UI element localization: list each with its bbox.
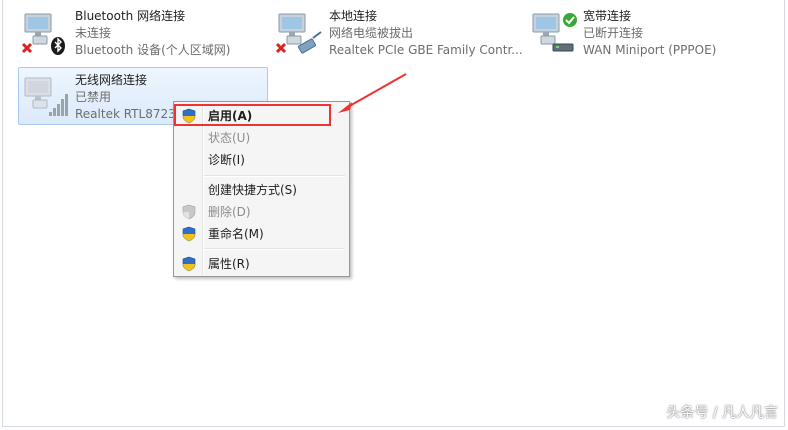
menu-item-delete[interactable]: 删除(D) [176,201,347,223]
connection-name: 宽带连接 [583,9,632,23]
uac-shield-icon [182,256,196,272]
menu-item-label: 启用(A) [208,109,253,123]
menu-item-label: 重命名(M) [208,227,264,241]
connection-status: 未连接 [75,26,112,40]
menu-item-create-shortcut[interactable]: 创建快捷方式(S) [176,179,347,201]
connections-window [2,0,785,427]
menu-separator [204,248,345,250]
uac-shield-icon [182,226,196,242]
connection-device: WAN Miniport (PPPOE) [583,43,717,57]
menu-item-enable[interactable]: 启用(A) [176,105,347,127]
bluetooth-network-icon [21,13,65,55]
menu-item-label: 属性(R) [208,257,250,271]
connection-bluetooth[interactable]: Bluetooth 网络连接 未连接 Bluetooth 设备(个人区域网) [19,4,259,60]
connection-status: 已禁用 [75,90,112,104]
uac-shield-icon [182,108,196,124]
connection-name: 本地连接 [329,9,378,23]
menu-item-label: 状态(U) [208,131,251,145]
connection-device: Realtek PCIe GBE Family Contr... [329,43,523,57]
connection-broadband[interactable]: 宽带连接 已断开连接 WAN Miniport (PPPOE) [527,4,767,60]
connection-name: 无线网络连接 [75,73,148,87]
ethernet-network-icon [275,13,322,54]
menu-item-rename[interactable]: 重命名(M) [176,223,347,245]
menu-item-label: 删除(D) [208,205,251,219]
connection-device: Bluetooth 设备(个人区域网) [75,43,231,57]
connection-status: 网络电缆被拔出 [329,26,414,40]
broadband-network-icon [532,13,577,52]
menu-item-diagnose[interactable]: 诊断(I) [176,149,347,171]
uac-shield-icon [182,204,196,220]
menu-item-label: 创建快捷方式(S) [208,183,297,197]
wireless-network-icon [24,77,68,116]
menu-item-properties[interactable]: 属性(R) [176,253,347,275]
context-menu: 启用(A) 状态(U) 诊断(I) 创建快捷方式(S) 删除(D) 重命名(M)… [173,101,350,277]
menu-separator [204,175,345,177]
menu-item-status[interactable]: 状态(U) [176,127,347,149]
connection-device: Realtek RTL8723 [75,107,176,121]
connection-status: 已断开连接 [583,26,644,40]
annotation-arrow-icon [338,73,407,113]
watermark: 头条号 / 凡人凡言 [666,405,778,421]
menu-item-label: 诊断(I) [208,153,245,167]
connection-name: Bluetooth 网络连接 [75,9,186,23]
connection-local[interactable]: 本地连接 网络电缆被拔出 Realtek PCIe GBE Family Con… [273,4,523,60]
